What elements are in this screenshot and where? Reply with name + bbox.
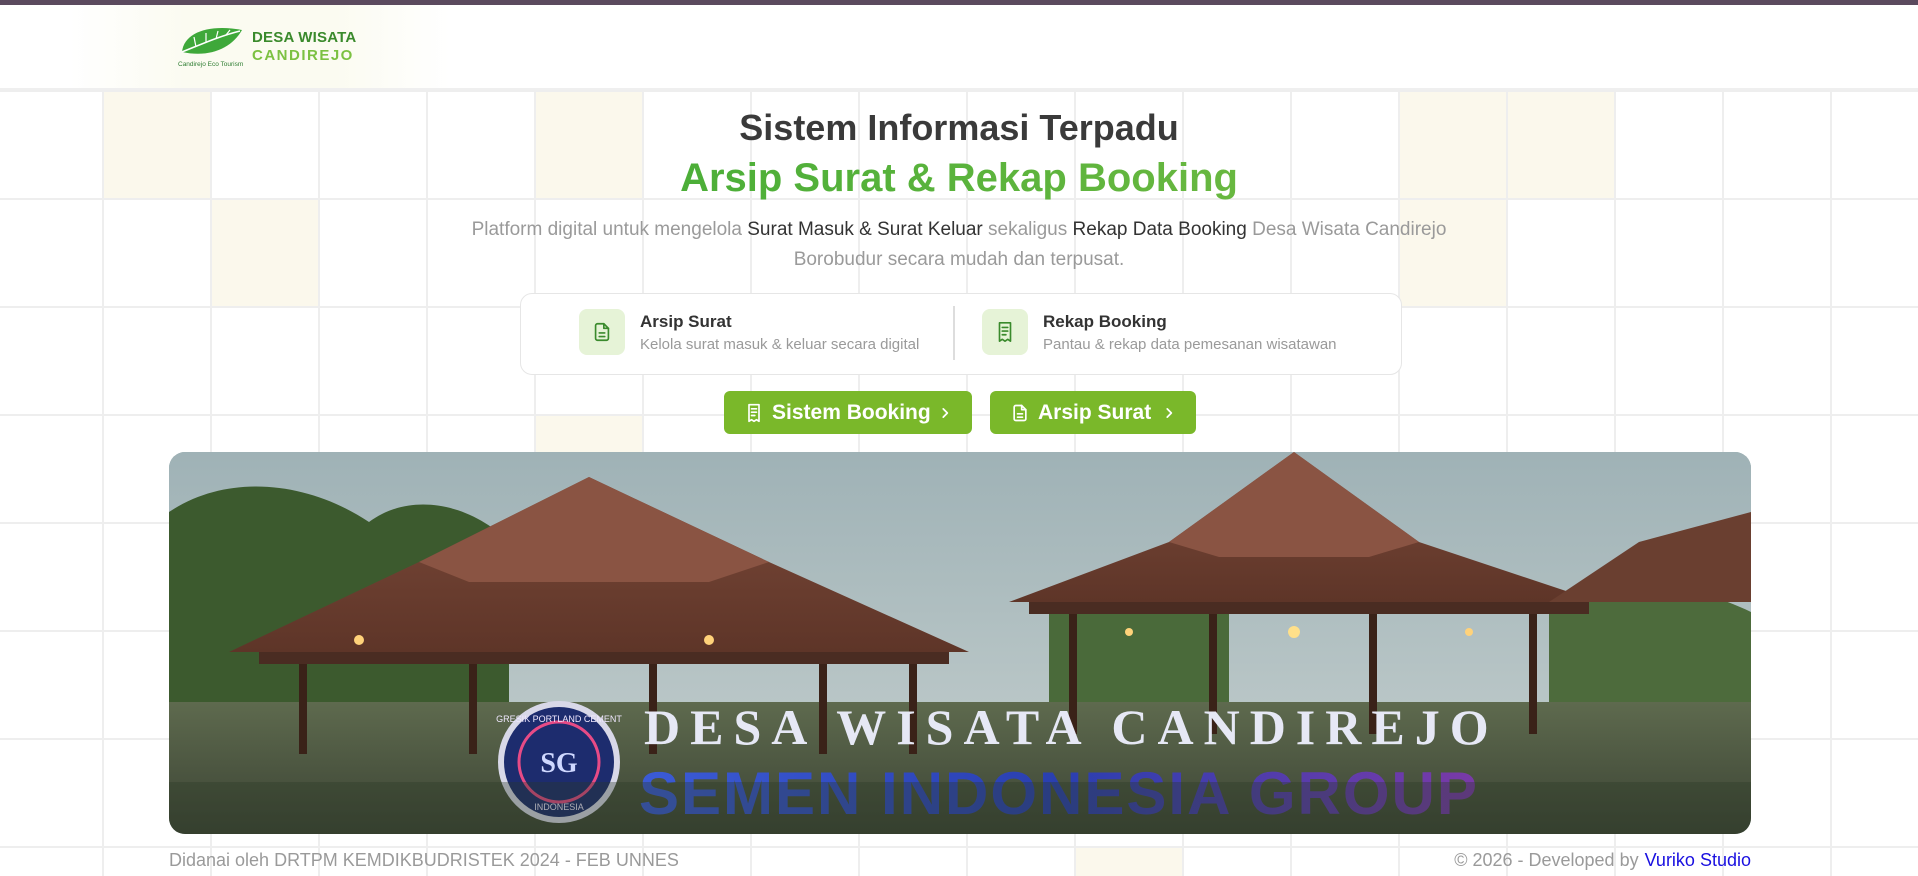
- page-title: Sistem Informasi Terpadu: [739, 107, 1179, 148]
- receipt-icon: [982, 309, 1028, 355]
- receipt-icon: [744, 402, 764, 424]
- developer-link[interactable]: Vuriko Studio: [1645, 850, 1751, 870]
- leaf-logo-icon: Candirejo Eco Tourism: [178, 28, 243, 68]
- feature-arsip-surat: Arsip Surat Kelola surat masuk & keluar …: [579, 309, 919, 355]
- feature-title: Rekap Booking: [1043, 311, 1167, 331]
- desc-text: Platform digital untuk mengelola: [471, 219, 748, 240]
- button-label: Arsip Surat: [1038, 400, 1152, 424]
- site-footer: Didanai oleh DRTPM KEMDIKBUDRISTEK 2024 …: [169, 850, 1751, 874]
- feature-subtitle: Kelola surat masuk & keluar secara digit…: [640, 335, 920, 353]
- feature-rekap-booking: Rekap Booking Pantau & rekap data pemesa…: [982, 309, 1337, 355]
- svg-text:SG: SG: [540, 748, 578, 779]
- document-icon: [1010, 402, 1030, 424]
- feature-subtitle: Pantau & rekap data pemesanan wisatawan: [1043, 335, 1337, 353]
- banner-sign-text: DESA WISATA CANDIREJO: [644, 699, 1499, 755]
- chevron-right-icon: [938, 406, 952, 420]
- button-label: Sistem Booking: [772, 400, 931, 424]
- desc-highlight: Surat Masuk & Surat Keluar: [747, 219, 983, 240]
- feature-divider: [953, 306, 955, 360]
- funding-note: Didanai oleh DRTPM KEMDIKBUDRISTEK 2024 …: [169, 850, 679, 870]
- sistem-booking-button[interactable]: Sistem Booking: [724, 391, 972, 434]
- arsip-surat-button[interactable]: Arsip Surat: [990, 391, 1196, 434]
- logo-subtitle: CANDIREJO: [252, 46, 354, 64]
- desc-text: sekaligus: [982, 219, 1073, 240]
- hero-section: Sistem Informasi Terpadu Arsip Surat & R…: [0, 105, 1918, 275]
- logo-title: DESA WISATA: [252, 28, 357, 46]
- feature-title: Arsip Surat: [640, 311, 732, 331]
- site-logo[interactable]: Candirejo Eco Tourism DESA WISATA CANDIR…: [176, 22, 356, 70]
- desc-highlight: Rekap Data Booking: [1072, 219, 1247, 240]
- hero-description: Platform digital untuk mengelola Surat M…: [459, 215, 1459, 275]
- page-subtitle: Arsip Surat & Rekap Booking: [0, 151, 1918, 205]
- feature-card: Arsip Surat Kelola surat masuk & keluar …: [520, 293, 1402, 375]
- copyright: © 2026 - Developed by Vuriko Studio: [1454, 850, 1751, 871]
- site-header: Candirejo Eco Tourism DESA WISATA CANDIR…: [0, 5, 1918, 90]
- copyright-text: © 2026 - Developed by: [1454, 850, 1639, 870]
- document-icon: [579, 309, 625, 355]
- village-banner-image: SG GRESIK PORTLAND CEMENT INDONESIA DESA…: [169, 452, 1751, 834]
- logo-tagline: Candirejo Eco Tourism: [178, 61, 243, 68]
- banner-seal-text: GRESIK PORTLAND CEMENT: [496, 714, 622, 724]
- chevron-right-icon: [1162, 406, 1176, 420]
